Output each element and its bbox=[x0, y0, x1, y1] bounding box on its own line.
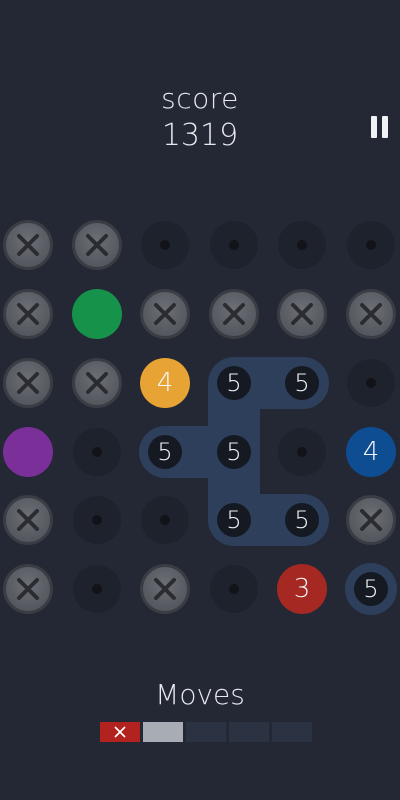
move-slot bbox=[100, 722, 140, 742]
selected-number-tile[interactable]: 5 bbox=[217, 366, 251, 400]
x-icon bbox=[154, 303, 176, 325]
x-icon bbox=[17, 303, 39, 325]
blocked-cell[interactable] bbox=[209, 289, 259, 339]
x-icon bbox=[114, 726, 126, 738]
empty-cell[interactable] bbox=[73, 428, 121, 476]
x-icon bbox=[86, 234, 108, 256]
blocked-cell[interactable] bbox=[346, 495, 396, 545]
blocked-cell[interactable] bbox=[3, 564, 53, 614]
selected-number-tile[interactable]: 5 bbox=[285, 503, 319, 537]
x-icon bbox=[17, 509, 39, 531]
x-icon bbox=[360, 303, 382, 325]
empty-cell[interactable] bbox=[278, 221, 326, 269]
moves-bar bbox=[100, 722, 312, 742]
blocked-cell[interactable] bbox=[277, 289, 327, 339]
empty-cell[interactable] bbox=[347, 359, 395, 407]
x-icon bbox=[154, 578, 176, 600]
empty-cell[interactable] bbox=[347, 221, 395, 269]
move-slot bbox=[143, 722, 183, 742]
blocked-cell[interactable] bbox=[140, 564, 190, 614]
empty-cell[interactable] bbox=[278, 428, 326, 476]
blocked-cell[interactable] bbox=[3, 289, 53, 339]
x-icon bbox=[360, 509, 382, 531]
selected-number-tile[interactable]: 5 bbox=[217, 503, 251, 537]
number-tile-label: 5 bbox=[354, 572, 388, 606]
x-icon bbox=[17, 372, 39, 394]
blocked-cell[interactable] bbox=[140, 289, 190, 339]
highlighted-number-tile[interactable]: 5 bbox=[345, 563, 397, 615]
selected-number-tile[interactable]: 5 bbox=[285, 366, 319, 400]
selected-number-tile[interactable]: 5 bbox=[217, 435, 251, 469]
x-icon bbox=[86, 372, 108, 394]
green-tile[interactable] bbox=[72, 289, 122, 339]
purple-tile[interactable] bbox=[3, 427, 53, 477]
blue-tile[interactable]: 4 bbox=[346, 427, 396, 477]
move-slot bbox=[229, 722, 269, 742]
empty-cell[interactable] bbox=[73, 496, 121, 544]
empty-cell[interactable] bbox=[210, 221, 258, 269]
empty-cell[interactable] bbox=[73, 565, 121, 613]
empty-cell[interactable] bbox=[210, 565, 258, 613]
move-slot bbox=[186, 722, 226, 742]
empty-cell[interactable] bbox=[141, 221, 189, 269]
move-slot bbox=[272, 722, 312, 742]
x-icon bbox=[17, 234, 39, 256]
blocked-cell[interactable] bbox=[346, 289, 396, 339]
blocked-cell[interactable] bbox=[72, 358, 122, 408]
x-icon bbox=[17, 578, 39, 600]
moves-label: Moves bbox=[155, 678, 245, 711]
blocked-cell[interactable] bbox=[3, 358, 53, 408]
x-icon bbox=[291, 303, 313, 325]
blocked-cell[interactable] bbox=[3, 220, 53, 270]
blocked-cell[interactable] bbox=[3, 495, 53, 545]
orange-tile[interactable]: 4 bbox=[140, 358, 190, 408]
blocked-cell[interactable] bbox=[72, 220, 122, 270]
red-tile[interactable]: 3 bbox=[277, 564, 327, 614]
x-icon bbox=[223, 303, 245, 325]
empty-cell[interactable] bbox=[141, 496, 189, 544]
selected-number-tile[interactable]: 5 bbox=[148, 435, 182, 469]
